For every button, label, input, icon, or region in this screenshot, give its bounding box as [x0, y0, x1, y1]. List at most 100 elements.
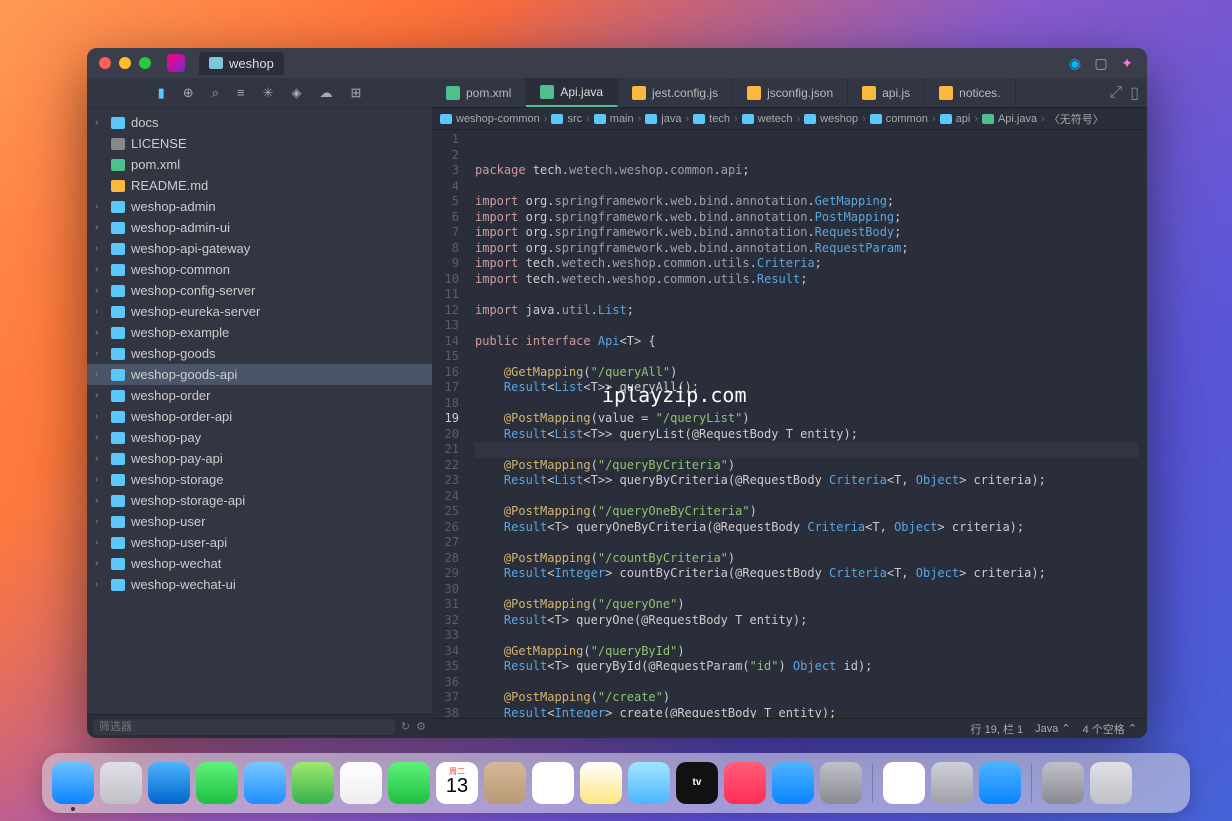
- tree-item-docs[interactable]: ›docs: [87, 112, 432, 133]
- breadcrumb-item[interactable]: src: [551, 113, 582, 125]
- code-line-34[interactable]: [475, 675, 1139, 691]
- tree-item-weshop-admin[interactable]: ›weshop-admin: [87, 196, 432, 217]
- code-line-20[interactable]: @PostMapping("/queryByCriteria"): [475, 458, 1139, 474]
- cloud-icon[interactable]: ☁: [319, 85, 332, 101]
- code-line-28[interactable]: [475, 582, 1139, 598]
- grid-icon[interactable]: ⊞: [350, 85, 361, 101]
- expand-icon[interactable]: ⤢: [1109, 84, 1122, 102]
- tree-item-README.md[interactable]: README.md: [87, 175, 432, 196]
- tab-pom.xml[interactable]: pom.xml: [432, 78, 526, 107]
- code-line-15[interactable]: Result<List<T>> queryAll();: [475, 380, 1139, 396]
- code-line-11[interactable]: [475, 318, 1139, 334]
- tree-item-weshop-goods[interactable]: ›weshop-goods: [87, 343, 432, 364]
- code-line-5[interactable]: import org.springframework.web.bind.anno…: [475, 225, 1139, 241]
- network-icon[interactable]: ⊕: [183, 85, 194, 101]
- code-line-31[interactable]: [475, 628, 1139, 644]
- dock-settings[interactable]: [820, 762, 862, 804]
- snowflake-icon[interactable]: ✳: [263, 85, 274, 101]
- dock-maps[interactable]: [292, 762, 334, 804]
- presentation-mode-icon[interactable]: ◉: [1067, 55, 1083, 71]
- dock-calendar[interactable]: 周二13: [436, 762, 478, 804]
- tree-item-weshop-storage-api[interactable]: ›weshop-storage-api: [87, 490, 432, 511]
- filter-icon[interactable]: ≡: [237, 85, 245, 100]
- code-line-21[interactable]: Result<List<T>> queryByCriteria(@Request…: [475, 473, 1139, 489]
- close-button[interactable]: [99, 57, 111, 69]
- breadcrumb-item[interactable]: tech: [693, 113, 730, 125]
- code-line-19[interactable]: [475, 442, 1139, 458]
- breadcrumb-item[interactable]: api: [940, 113, 971, 125]
- layout-icon[interactable]: ▢: [1093, 55, 1109, 71]
- file-tree[interactable]: ›docsLICENSEpom.xmlREADME.md›weshop-admi…: [87, 108, 432, 714]
- minimize-button[interactable]: [119, 57, 131, 69]
- dock-weather[interactable]: [979, 762, 1021, 804]
- tab-Api.java[interactable]: Api.java: [526, 78, 618, 107]
- code-line-10[interactable]: import java.util.List;: [475, 303, 1139, 319]
- tree-item-weshop-storage[interactable]: ›weshop-storage: [87, 469, 432, 490]
- filter-input[interactable]: [93, 719, 395, 735]
- history-icon[interactable]: ↻: [401, 720, 410, 733]
- dock-mail[interactable]: [244, 762, 286, 804]
- code-line-12[interactable]: public interface Api<T> {: [475, 334, 1139, 350]
- code-line-30[interactable]: Result<T> queryOne(@RequestBody T entity…: [475, 613, 1139, 629]
- code-line-35[interactable]: @PostMapping("/create"): [475, 690, 1139, 706]
- settings-icon[interactable]: ⚙: [416, 720, 426, 733]
- code-line-14[interactable]: @GetMapping("/queryAll"): [475, 365, 1139, 381]
- code-line-18[interactable]: Result<List<T>> queryList(@RequestBody T…: [475, 427, 1139, 443]
- breadcrumb-item[interactable]: weshop-common: [440, 113, 540, 125]
- dock-freeform[interactable]: [628, 762, 670, 804]
- search-icon[interactable]: ⌕: [212, 85, 219, 101]
- code-line-23[interactable]: @PostMapping("/queryOneByCriteria"): [475, 504, 1139, 520]
- tab-api.js[interactable]: api.js: [848, 78, 925, 107]
- breadcrumb-item[interactable]: common: [870, 113, 928, 125]
- code-line-33[interactable]: Result<T> queryById(@RequestParam("id") …: [475, 659, 1139, 675]
- code-line-8[interactable]: import tech.wetech.weshop.common.utils.R…: [475, 272, 1139, 288]
- tree-item-weshop-pay[interactable]: ›weshop-pay: [87, 427, 432, 448]
- tree-item-pom.xml[interactable]: pom.xml: [87, 154, 432, 175]
- breadcrumb-item[interactable]: wetech: [742, 113, 793, 125]
- code-content[interactable]: package tech.wetech.weshop.common.api; i…: [467, 130, 1147, 718]
- dock-reminders[interactable]: [532, 762, 574, 804]
- language-selector[interactable]: Java ⌃: [1035, 722, 1070, 735]
- code-line-7[interactable]: import tech.wetech.weshop.common.utils.C…: [475, 256, 1139, 272]
- files-view-icon[interactable]: ▮: [158, 85, 165, 101]
- maximize-button[interactable]: [139, 57, 151, 69]
- tree-item-weshop-eureka-server[interactable]: ›weshop-eureka-server: [87, 301, 432, 322]
- breadcrumb-item[interactable]: Api.java: [982, 113, 1037, 125]
- tree-item-weshop-wechat[interactable]: ›weshop-wechat: [87, 553, 432, 574]
- dock-notes[interactable]: [580, 762, 622, 804]
- diamond-icon[interactable]: ◈: [291, 85, 301, 101]
- dock-chrome[interactable]: [883, 762, 925, 804]
- tree-item-weshop-order[interactable]: ›weshop-order: [87, 385, 432, 406]
- tree-item-weshop-config-server[interactable]: ›weshop-config-server: [87, 280, 432, 301]
- dock-tv[interactable]: tv: [676, 762, 718, 804]
- project-tab[interactable]: weshop: [199, 52, 284, 75]
- ai-assistant-icon[interactable]: ✦: [1119, 55, 1135, 71]
- dock-contacts[interactable]: [484, 762, 526, 804]
- indent-selector[interactable]: 4 个空格 ⌃: [1083, 721, 1137, 737]
- breadcrumb-item[interactable]: weshop: [804, 113, 858, 125]
- code-line-36[interactable]: Result<Integer> create(@RequestBody T en…: [475, 706, 1139, 719]
- tab-jsconfig.json[interactable]: jsconfig.json: [733, 78, 848, 107]
- tab-jest.config.js[interactable]: jest.config.js: [618, 78, 733, 107]
- dock-safari[interactable]: [148, 762, 190, 804]
- code-line-29[interactable]: @PostMapping("/queryOne"): [475, 597, 1139, 613]
- cursor-position[interactable]: 行 19, 栏 1: [971, 721, 1024, 737]
- breadcrumb-item[interactable]: java: [645, 113, 681, 125]
- dock-trash[interactable]: [1090, 762, 1132, 804]
- code-line-22[interactable]: [475, 489, 1139, 505]
- tree-item-weshop-user-api[interactable]: ›weshop-user-api: [87, 532, 432, 553]
- tree-item-weshop-wechat-ui[interactable]: ›weshop-wechat-ui: [87, 574, 432, 595]
- code-line-32[interactable]: @GetMapping("/queryById"): [475, 644, 1139, 660]
- code-line-9[interactable]: [475, 287, 1139, 303]
- breadcrumb-item[interactable]: 〈无符号〉: [1049, 111, 1104, 127]
- dock-music[interactable]: [724, 762, 766, 804]
- tree-item-weshop-user[interactable]: ›weshop-user: [87, 511, 432, 532]
- dock-preview[interactable]: [931, 762, 973, 804]
- code-line-16[interactable]: [475, 396, 1139, 412]
- breadcrumbs[interactable]: weshop-common›src›main›java›tech›wetech›…: [432, 108, 1147, 130]
- dock-appstore[interactable]: [772, 762, 814, 804]
- code-line-26[interactable]: @PostMapping("/countByCriteria"): [475, 551, 1139, 567]
- code-line-4[interactable]: import org.springframework.web.bind.anno…: [475, 210, 1139, 226]
- code-line-1[interactable]: package tech.wetech.weshop.common.api;: [475, 163, 1139, 179]
- code-line-27[interactable]: Result<Integer> countByCriteria(@Request…: [475, 566, 1139, 582]
